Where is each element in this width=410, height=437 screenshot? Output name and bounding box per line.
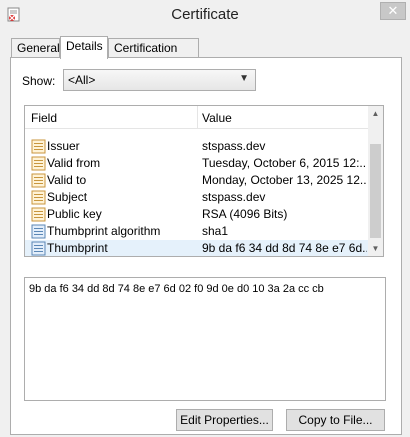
row-value: RSA (4096 Bits) bbox=[202, 207, 288, 221]
certificate-field-icon bbox=[31, 139, 46, 154]
list-row[interactable]: Subject stspass.dev bbox=[25, 189, 370, 206]
certificate-field-icon bbox=[31, 207, 46, 222]
row-value: stspass.dev bbox=[202, 190, 266, 204]
window-title: Certificate bbox=[171, 6, 239, 23]
row-value: Tuesday, October 6, 2015 12:... bbox=[202, 156, 367, 170]
row-field: Issuer bbox=[47, 139, 80, 153]
certificate-field-icon bbox=[31, 156, 46, 171]
column-header-field[interactable]: Field bbox=[31, 111, 57, 125]
list-row[interactable]: Valid to Monday, October 13, 2025 12... bbox=[25, 172, 370, 189]
show-label: Show: bbox=[22, 74, 56, 88]
scroll-up-icon[interactable]: ▲ bbox=[368, 106, 383, 121]
list-header: Field Value bbox=[25, 106, 370, 129]
scrollbar-thumb[interactable] bbox=[370, 144, 381, 238]
row-value: stspass.dev bbox=[202, 139, 266, 153]
row-value: 9b da f6 34 dd 8d 74 8e e7 6d... bbox=[202, 241, 367, 255]
tab-strip: General Details Certification Path bbox=[11, 36, 401, 69]
row-field: Thumbprint bbox=[47, 241, 108, 255]
column-separator[interactable] bbox=[197, 106, 198, 129]
row-field: Subject bbox=[47, 190, 88, 204]
row-value: sha1 bbox=[202, 224, 229, 238]
chevron-down-icon: ▼ bbox=[239, 73, 249, 84]
title-bar[interactable]: Certificate ✕ bbox=[0, 0, 410, 30]
list-scrollbar[interactable]: ▲ ▼ bbox=[368, 106, 383, 256]
list-row[interactable]: Valid from Tuesday, October 6, 2015 12:.… bbox=[25, 155, 370, 172]
copy-to-file-button[interactable]: Copy to File... bbox=[286, 409, 385, 431]
certificate-field-icon bbox=[31, 190, 46, 205]
tab-details[interactable]: Details bbox=[60, 36, 108, 59]
row-value: Monday, October 13, 2025 12... bbox=[202, 173, 367, 187]
details-panel: Show: <All> ▼ Field Value Issuer stspass… bbox=[10, 57, 402, 435]
scroll-down-icon[interactable]: ▼ bbox=[368, 241, 383, 256]
list-row-selected[interactable]: Thumbprint 9b da f6 34 dd 8d 74 8e e7 6d… bbox=[25, 240, 370, 256]
close-button[interactable]: ✕ bbox=[380, 2, 406, 20]
show-dropdown-value: <All> bbox=[68, 73, 96, 87]
list-row[interactable]: Public key RSA (4096 Bits) bbox=[25, 206, 370, 223]
certificate-window: Certificate ✕ General Details Certificat… bbox=[0, 0, 410, 437]
show-dropdown[interactable]: <All> ▼ bbox=[63, 69, 256, 91]
certificate-property-icon bbox=[31, 224, 46, 239]
row-field: Valid to bbox=[47, 173, 87, 187]
row-field: Valid from bbox=[47, 156, 101, 170]
tab-general[interactable]: General bbox=[11, 38, 60, 58]
value-detail-textbox[interactable]: 9b da f6 34 dd 8d 74 8e e7 6d 02 f0 9d 0… bbox=[24, 277, 386, 401]
list-row[interactable]: Thumbprint algorithm sha1 bbox=[25, 223, 370, 240]
edit-properties-button[interactable]: Edit Properties... bbox=[176, 409, 273, 431]
field-list[interactable]: Field Value Issuer stspass.dev Valid fro… bbox=[24, 105, 384, 257]
certificate-field-icon bbox=[31, 173, 46, 188]
row-field: Thumbprint algorithm bbox=[47, 224, 161, 238]
close-icon: ✕ bbox=[387, 3, 399, 18]
column-header-value[interactable]: Value bbox=[202, 111, 232, 125]
certificate-property-icon bbox=[31, 241, 46, 256]
row-field: Public key bbox=[47, 207, 102, 221]
tab-certification-path[interactable]: Certification Path bbox=[108, 38, 199, 69]
list-row[interactable]: Issuer stspass.dev bbox=[25, 138, 370, 155]
